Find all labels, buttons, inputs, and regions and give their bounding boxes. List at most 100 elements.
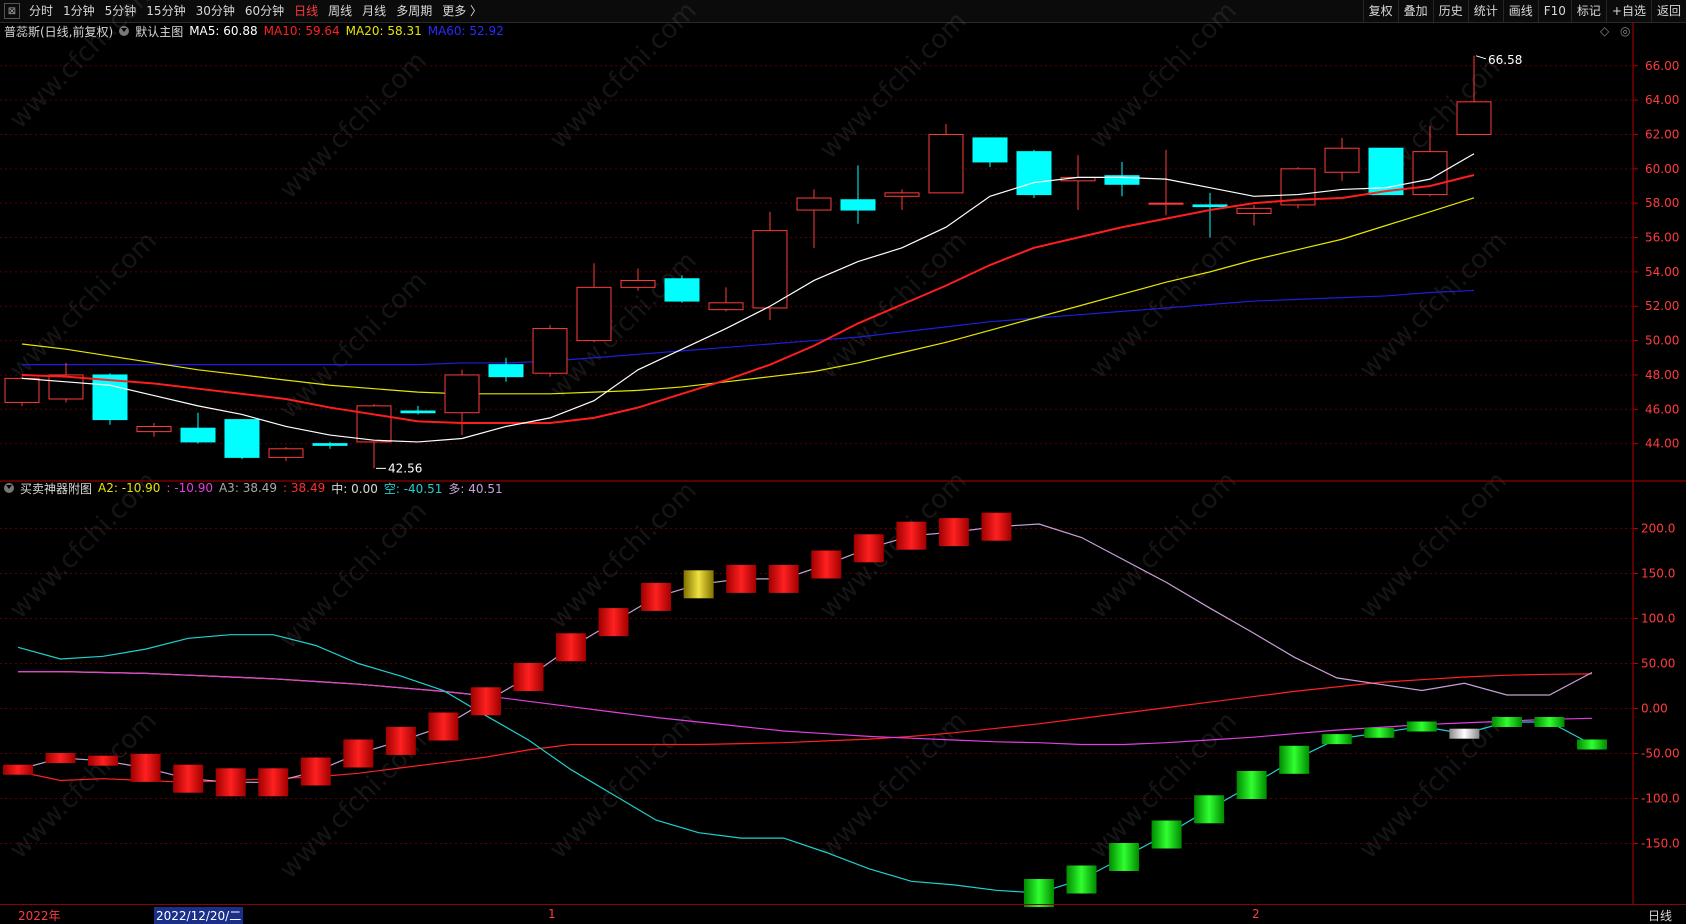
signal-block	[1321, 734, 1352, 745]
watermark-text: www.cfchi.com	[544, 246, 703, 405]
sub-tick-label: 100.0	[1641, 612, 1675, 626]
main-tick-label: 52.00	[1645, 299, 1679, 313]
signal-block	[641, 582, 672, 611]
signal-block	[938, 518, 969, 547]
candle-body	[708, 302, 744, 311]
watermark-text: www.cfchi.com	[1084, 466, 1243, 625]
signal-block	[556, 633, 587, 662]
signal-block	[470, 687, 501, 716]
signal-block	[215, 768, 246, 797]
signal-block	[1491, 717, 1522, 727]
main-tick-label: 50.00	[1645, 334, 1679, 348]
sub-tick-label: 200.0	[1641, 522, 1675, 536]
chart-canvas[interactable]: www.cfchi.com www.cfchi.com www.cfchi.com w…	[0, 0, 1686, 923]
candle-body	[268, 448, 304, 458]
ma60-line	[22, 289, 1475, 366]
candle-body	[752, 230, 788, 309]
watermark-text: www.cfchi.com	[544, 706, 703, 865]
signal-block	[1023, 879, 1054, 907]
candle-body	[972, 137, 1008, 163]
candle-body	[620, 279, 656, 288]
signal-block	[981, 512, 1012, 541]
candle-body	[884, 192, 920, 197]
signal-block	[428, 712, 459, 741]
sub-tick-label: 150.0	[1641, 567, 1675, 581]
signal-block	[1406, 721, 1437, 732]
candle-body	[312, 443, 348, 446]
sub-tick-label: -50.00	[1641, 747, 1680, 761]
watermark-text: www.cfchi.com	[4, 466, 163, 625]
candle-body	[1324, 147, 1360, 173]
main-tick-label: 54.00	[1645, 265, 1679, 279]
main-tick-label: 46.00	[1645, 402, 1679, 416]
watermark-text: www.cfchi.com	[1354, 466, 1513, 625]
watermark-text: www.cfchi.com	[814, 226, 973, 385]
high-price-label: 66.58	[1488, 53, 1522, 67]
main-tick-label: 66.00	[1645, 59, 1679, 73]
main-tick-label: 48.00	[1645, 368, 1679, 382]
cursor-date: 2022/12/20/二	[154, 907, 244, 924]
signal-block	[1364, 727, 1395, 738]
signal-block	[1279, 745, 1310, 774]
main-tick-label: 62.00	[1645, 127, 1679, 141]
candle-body	[356, 405, 392, 443]
signal-block	[1534, 717, 1565, 727]
ma5-line	[21, 153, 1475, 443]
signal-block	[130, 753, 161, 782]
candle-body	[224, 419, 260, 458]
year-label: 2022年	[18, 909, 61, 923]
signal-block	[726, 564, 757, 593]
candle-body	[4, 377, 40, 403]
a3-line	[17, 673, 1593, 783]
signal-block	[768, 564, 799, 593]
candle-body	[532, 328, 568, 374]
candle-body	[1236, 207, 1272, 214]
a2-line-yellow	[18, 670, 487, 697]
watermark-text: www.cfchi.com	[4, 0, 163, 135]
candle-body	[136, 425, 172, 433]
watermark-text: www.cfchi.com	[274, 46, 433, 205]
candle-body	[928, 133, 964, 194]
watermark-text: www.cfchi.com	[274, 496, 433, 655]
watermark-text: www.cfchi.com	[544, 0, 703, 155]
signal-block	[3, 764, 33, 775]
signal-block	[173, 764, 204, 793]
signal-block	[896, 521, 927, 550]
main-tick-label: 56.00	[1645, 231, 1679, 245]
sub-tick-label: -150.0	[1641, 837, 1680, 851]
main-price-chart: 66.58 42.56	[4, 53, 1522, 475]
main-tick-label: 60.00	[1645, 162, 1679, 176]
signal-block	[1449, 728, 1480, 739]
watermark-text: www.cfchi.com	[1084, 226, 1243, 385]
candle-body	[180, 427, 216, 443]
candle-body	[796, 197, 832, 211]
signal-block	[45, 753, 76, 763]
signal-block	[88, 755, 119, 766]
signal-block	[853, 534, 884, 563]
signal-block	[1577, 739, 1607, 750]
signal-block	[598, 608, 629, 637]
low-price-label: 42.56	[388, 461, 422, 475]
month-1-label: 1	[548, 907, 556, 921]
date-axis: 2022年 2022/12/20/二 1 2 日线	[0, 904, 1686, 924]
signal-block	[343, 739, 374, 768]
candle-body	[840, 199, 876, 211]
signal-block	[811, 550, 842, 579]
period-tag: 日线	[1648, 909, 1673, 923]
signal-block	[683, 570, 714, 599]
candle-body	[1148, 202, 1184, 205]
candle-body	[1456, 101, 1492, 135]
signal-block	[1066, 865, 1097, 894]
candle-body	[400, 410, 436, 414]
main-tick-label: 44.00	[1645, 437, 1679, 451]
candle-body	[576, 286, 612, 342]
sub-tick-label: 0.00	[1641, 702, 1668, 716]
watermark-text: www.cfchi.com	[4, 706, 163, 865]
duo-line	[17, 523, 1593, 783]
main-tick-label: 64.00	[1645, 93, 1679, 107]
sub-tick-label: -100.0	[1641, 792, 1680, 806]
candle-body	[444, 374, 480, 414]
signal-block	[300, 757, 331, 786]
signal-block	[258, 768, 289, 797]
watermark-text: www.cfchi.com	[814, 706, 973, 865]
